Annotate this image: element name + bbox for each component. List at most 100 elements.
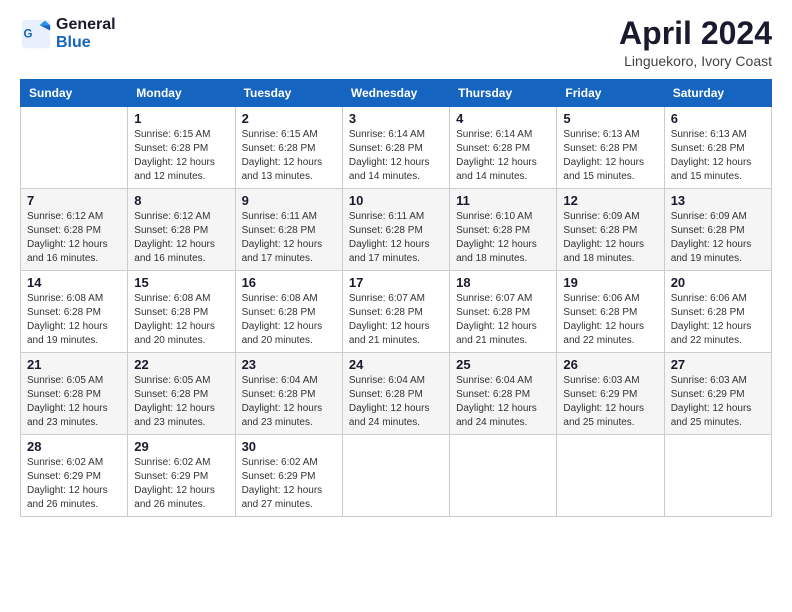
svg-text:G: G (24, 29, 33, 41)
day-info: Sunrise: 6:07 AM Sunset: 6:28 PM Dayligh… (349, 292, 443, 348)
calendar-cell: 16 Sunrise: 6:08 AM Sunset: 6:28 PM Dayli… (235, 271, 342, 353)
weekday-header-saturday: Saturday (664, 80, 771, 107)
calendar-cell: 30 Sunrise: 6:02 AM Sunset: 6:29 PM Dayli… (235, 435, 342, 517)
day-number: 13 (671, 193, 765, 208)
day-number: 5 (563, 111, 657, 126)
calendar-week-2: 7 Sunrise: 6:12 AM Sunset: 6:28 PM Daylig… (21, 189, 772, 271)
day-info: Sunrise: 6:12 AM Sunset: 6:28 PM Dayligh… (134, 210, 228, 266)
calendar-cell: 1 Sunrise: 6:15 AM Sunset: 6:28 PM Daylig… (128, 107, 235, 189)
day-number: 16 (242, 275, 336, 290)
page: G General Blue April 2024 Linguekoro, Iv… (0, 0, 792, 612)
day-number: 10 (349, 193, 443, 208)
day-info: Sunrise: 6:14 AM Sunset: 6:28 PM Dayligh… (349, 128, 443, 184)
day-info: Sunrise: 6:11 AM Sunset: 6:28 PM Dayligh… (349, 210, 443, 266)
day-number: 28 (27, 439, 121, 454)
day-info: Sunrise: 6:07 AM Sunset: 6:28 PM Dayligh… (456, 292, 550, 348)
calendar-cell: 19Sunrise: 6:06 AM Sunset: 6:28 PM Dayli… (557, 271, 664, 353)
day-number: 8 (134, 193, 228, 208)
day-number: 29 (134, 439, 228, 454)
calendar-cell: 22 Sunrise: 6:05 AM Sunset: 6:28 PM Dayli… (128, 353, 235, 435)
calendar-cell: 11 Sunrise: 6:10 AM Sunset: 6:28 PM Dayli… (450, 189, 557, 271)
day-number: 18 (456, 275, 550, 290)
day-number: 22 (134, 357, 228, 372)
header: G General Blue April 2024 Linguekoro, Iv… (20, 16, 772, 69)
calendar-cell: 6Sunrise: 6:13 AM Sunset: 6:28 PM Daylig… (664, 107, 771, 189)
calendar-cell: 4 Sunrise: 6:14 AM Sunset: 6:28 PM Daylig… (450, 107, 557, 189)
day-info: Sunrise: 6:05 AM Sunset: 6:28 PM Dayligh… (27, 374, 121, 430)
day-info: Sunrise: 6:04 AM Sunset: 6:28 PM Dayligh… (242, 374, 336, 430)
calendar-cell: 17 Sunrise: 6:07 AM Sunset: 6:28 PM Dayli… (342, 271, 449, 353)
calendar-cell (557, 435, 664, 517)
calendar-cell: 28Sunrise: 6:02 AM Sunset: 6:29 PM Dayli… (21, 435, 128, 517)
day-info: Sunrise: 6:15 AM Sunset: 6:28 PM Dayligh… (242, 128, 336, 184)
calendar-cell: 15 Sunrise: 6:08 AM Sunset: 6:28 PM Dayli… (128, 271, 235, 353)
calendar-week-3: 14 Sunrise: 6:08 AM Sunset: 6:28 PM Dayli… (21, 271, 772, 353)
weekday-header-wednesday: Wednesday (342, 80, 449, 107)
calendar-cell: 5Sunrise: 6:13 AM Sunset: 6:28 PM Daylig… (557, 107, 664, 189)
calendar-cell: 14 Sunrise: 6:08 AM Sunset: 6:28 PM Dayli… (21, 271, 128, 353)
day-number: 24 (349, 357, 443, 372)
day-info: Sunrise: 6:06 AM Sunset: 6:28 PM Dayligh… (563, 292, 657, 348)
day-info: Sunrise: 6:11 AM Sunset: 6:28 PM Dayligh… (242, 210, 336, 266)
calendar-cell: 21 Sunrise: 6:05 AM Sunset: 6:28 PM Dayli… (21, 353, 128, 435)
day-number: 30 (242, 439, 336, 454)
calendar-cell: 20 Sunrise: 6:06 AM Sunset: 6:28 PM Dayli… (664, 271, 771, 353)
day-info: Sunrise: 6:08 AM Sunset: 6:28 PM Dayligh… (27, 292, 121, 348)
logo-icon: G (20, 18, 52, 50)
calendar-cell: 10 Sunrise: 6:11 AM Sunset: 6:28 PM Dayli… (342, 189, 449, 271)
calendar-cell (21, 107, 128, 189)
weekday-header-monday: Monday (128, 80, 235, 107)
day-number: 14 (27, 275, 121, 290)
day-info: Sunrise: 6:15 AM Sunset: 6:28 PM Dayligh… (134, 128, 228, 184)
day-number: 1 (134, 111, 228, 126)
day-number: 2 (242, 111, 336, 126)
calendar-cell: 23 Sunrise: 6:04 AM Sunset: 6:28 PM Dayli… (235, 353, 342, 435)
calendar-cell (342, 435, 449, 517)
day-info: Sunrise: 6:09 AM Sunset: 6:28 PM Dayligh… (563, 210, 657, 266)
calendar-cell (664, 435, 771, 517)
calendar-cell: 13Sunrise: 6:09 AM Sunset: 6:28 PM Dayli… (664, 189, 771, 271)
title-block: April 2024 Linguekoro, Ivory Coast (619, 16, 772, 69)
weekday-header-thursday: Thursday (450, 80, 557, 107)
day-info: Sunrise: 6:14 AM Sunset: 6:28 PM Dayligh… (456, 128, 550, 184)
logo-text: General Blue (56, 16, 116, 52)
day-info: Sunrise: 6:05 AM Sunset: 6:28 PM Dayligh… (134, 374, 228, 430)
day-number: 3 (349, 111, 443, 126)
day-number: 21 (27, 357, 121, 372)
day-number: 15 (134, 275, 228, 290)
day-info: Sunrise: 6:12 AM Sunset: 6:28 PM Dayligh… (27, 210, 121, 266)
day-info: Sunrise: 6:02 AM Sunset: 6:29 PM Dayligh… (134, 456, 228, 512)
calendar-cell: 3 Sunrise: 6:14 AM Sunset: 6:28 PM Daylig… (342, 107, 449, 189)
day-number: 25 (456, 357, 550, 372)
logo: G General Blue (20, 16, 116, 52)
day-number: 17 (349, 275, 443, 290)
day-number: 23 (242, 357, 336, 372)
day-number: 4 (456, 111, 550, 126)
day-info: Sunrise: 6:03 AM Sunset: 6:29 PM Dayligh… (671, 374, 765, 430)
calendar-cell: 24Sunrise: 6:04 AM Sunset: 6:28 PM Dayli… (342, 353, 449, 435)
day-number: 11 (456, 193, 550, 208)
day-number: 20 (671, 275, 765, 290)
calendar-cell: 8 Sunrise: 6:12 AM Sunset: 6:28 PM Daylig… (128, 189, 235, 271)
day-info: Sunrise: 6:06 AM Sunset: 6:28 PM Dayligh… (671, 292, 765, 348)
day-info: Sunrise: 6:08 AM Sunset: 6:28 PM Dayligh… (242, 292, 336, 348)
calendar-cell: 18 Sunrise: 6:07 AM Sunset: 6:28 PM Dayli… (450, 271, 557, 353)
day-number: 27 (671, 357, 765, 372)
calendar-week-4: 21 Sunrise: 6:05 AM Sunset: 6:28 PM Dayli… (21, 353, 772, 435)
day-info: Sunrise: 6:02 AM Sunset: 6:29 PM Dayligh… (242, 456, 336, 512)
day-number: 7 (27, 193, 121, 208)
month-title: April 2024 (619, 16, 772, 51)
calendar-cell: 12Sunrise: 6:09 AM Sunset: 6:28 PM Dayli… (557, 189, 664, 271)
day-number: 9 (242, 193, 336, 208)
calendar-cell: 2 Sunrise: 6:15 AM Sunset: 6:28 PM Daylig… (235, 107, 342, 189)
day-info: Sunrise: 6:08 AM Sunset: 6:28 PM Dayligh… (134, 292, 228, 348)
calendar-cell: 25 Sunrise: 6:04 AM Sunset: 6:28 PM Dayli… (450, 353, 557, 435)
day-info: Sunrise: 6:04 AM Sunset: 6:28 PM Dayligh… (456, 374, 550, 430)
calendar-body: 1 Sunrise: 6:15 AM Sunset: 6:28 PM Daylig… (21, 107, 772, 517)
calendar-cell: 27 Sunrise: 6:03 AM Sunset: 6:29 PM Dayli… (664, 353, 771, 435)
day-number: 26 (563, 357, 657, 372)
day-info: Sunrise: 6:10 AM Sunset: 6:28 PM Dayligh… (456, 210, 550, 266)
calendar-cell: 26Sunrise: 6:03 AM Sunset: 6:29 PM Dayli… (557, 353, 664, 435)
weekday-header-row: SundayMondayTuesdayWednesdayThursdayFrid… (21, 80, 772, 107)
calendar-cell: 7 Sunrise: 6:12 AM Sunset: 6:28 PM Daylig… (21, 189, 128, 271)
